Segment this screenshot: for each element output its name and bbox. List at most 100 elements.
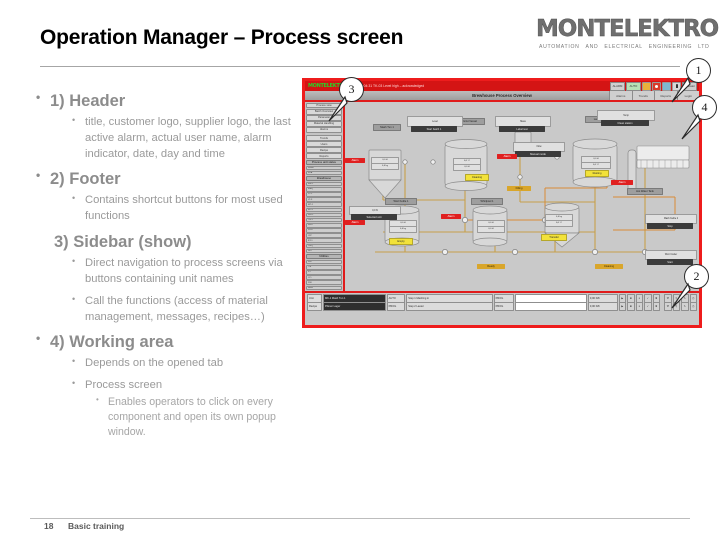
state-tag[interactable]: Empty: [389, 238, 413, 245]
state-tag[interactable]: Resting: [585, 170, 609, 177]
sidebar-item-reports[interactable]: Reports: [306, 153, 342, 159]
sidebar-item-alarms[interactable]: Alarms: [306, 127, 342, 133]
popup-button[interactable]: Clean station: [601, 120, 649, 126]
sidebar-unit-row[interactable]: CRQ: [306, 243, 342, 249]
sidebar-unit-row[interactable]: CIP: [306, 233, 342, 238]
value-readout: 0,0 hl: [453, 164, 481, 171]
sidebar-unit-row[interactable]: WRT: [306, 223, 342, 228]
alarm-button[interactable]: ALARM: [610, 81, 625, 91]
bullet-list: 1) Header title, customer logo, supplier…: [36, 89, 304, 440]
logo-tagline-2: AND: [585, 44, 599, 50]
tab-trends[interactable]: Trends: [631, 91, 654, 100]
unit-tag[interactable]: Whirlpool 1: [471, 198, 503, 205]
sidebar-unit-row[interactable]: SKT: [306, 248, 342, 254]
footer-prog-field[interactable]: [515, 302, 587, 311]
sidebar-utility-row[interactable]: ST: [306, 270, 342, 275]
unit-tag[interactable]: Mash Tun 1: [373, 124, 401, 131]
sidebar-status-row[interactable]: FKA: [306, 170, 342, 176]
power-icon[interactable]: [652, 81, 661, 91]
sidebar-section-utilities: Utilities: [306, 253, 342, 260]
bullet-footer-detail: Contains shortcut buttons for most used …: [36, 192, 304, 225]
footer-row-2: Recipe Pilsner Lager PROG Step 2 Lauter …: [307, 302, 698, 311]
scada-working-area[interactable]: Mash Tun 1 Grist Vessel Lauter Tun 1 Wor…: [345, 102, 699, 291]
bullet-sidebar: 3) Sidebar (show): [54, 233, 192, 252]
footer-stop-button[interactable]: ■: [627, 302, 635, 311]
sidebar-unit-row[interactable]: TB-1: [306, 217, 342, 223]
bullet-working-detail-1: Depends on the opened tab: [36, 355, 304, 372]
bullet-sidebar-detail-2: Call the functions (access of material m…: [36, 293, 304, 326]
sidebar-utility-row[interactable]: RMS: [306, 285, 342, 291]
footer-start-button[interactable]: ▶: [618, 302, 627, 311]
sidebar-utility-row[interactable]: SW: [306, 259, 342, 265]
footer-recipe-value[interactable]: Pilsner Lager: [322, 302, 386, 311]
sidebar-utility-row[interactable]: CO: [306, 275, 342, 280]
value-readout: 0,0 kg: [389, 226, 417, 233]
bullet-sidebar-detail-1: Direct navigation to process screens via…: [36, 255, 304, 288]
footer-prog-label: PROG: [493, 302, 515, 311]
bullet-working-detail-2: Process screen: [36, 377, 304, 394]
callout-2-tail: [671, 282, 691, 309]
unit-tag[interactable]: Wort Kettle 1: [385, 198, 417, 205]
value-readout: 0,0 hl: [477, 226, 505, 233]
sidebar-section-status: Process unit status: [306, 159, 342, 165]
state-tag[interactable]: Ready: [477, 264, 505, 269]
state-tag[interactable]: Transfer: [541, 234, 567, 241]
sidebar-unit-row[interactable]: MT-2: [306, 207, 342, 213]
bullet-header-detail: title, customer logo, supplier logo, the…: [36, 114, 304, 163]
popup-button[interactable]: Label test: [499, 126, 545, 132]
slide-number: 18: [44, 521, 54, 531]
sidebar-utility-row[interactable]: TM: [306, 265, 342, 270]
footer-recipe-label: Recipe: [307, 302, 322, 311]
popup-button[interactable]: Stop: [647, 223, 693, 229]
sidebar-item-trends[interactable]: Trends: [306, 135, 342, 141]
scada-alarm-ticker: 12:04:31 TK-03 Level high – acknowledged: [358, 84, 425, 88]
sidebar-unit-row[interactable]: BT-1: [306, 238, 342, 243]
popup-button[interactable]: Start batch 1: [411, 126, 457, 132]
alarm-tag[interactable]: Alarm: [497, 154, 517, 159]
sidebar-section-brewhouse: Brewhouse: [306, 175, 342, 182]
bullet-working-detail-3: Enables operators to click on every comp…: [36, 394, 304, 440]
tab-alarms[interactable]: Alarms: [609, 91, 632, 100]
sidebar-unit-row[interactable]: LT-2: [306, 192, 342, 197]
callout-3: 3: [328, 77, 364, 122]
sidebar-unit-row[interactable]: MK-1: [306, 181, 342, 187]
value-readout: 0,0 °C: [581, 162, 611, 169]
footer-cancel-button[interactable]: ✖: [652, 302, 661, 311]
sidebar-item-recipe[interactable]: Recipe: [306, 147, 342, 153]
title-divider: [40, 66, 680, 67]
sidebar-unit-row[interactable]: ZKG: [306, 228, 342, 233]
footer-confirm-button[interactable]: ✓: [644, 302, 652, 311]
sidebar-unit-row[interactable]: MBQ: [306, 187, 342, 192]
alarm-tag[interactable]: Alarm: [441, 214, 461, 219]
warning-icon[interactable]: [642, 81, 651, 91]
sidebar-status-row[interactable]: WMH: [306, 165, 342, 171]
callout-2: 2: [671, 264, 709, 309]
unit-tag[interactable]: Hot Water Tank: [627, 188, 663, 195]
state-tag[interactable]: Cleaning: [595, 264, 623, 269]
callout-3-tail: [328, 95, 348, 122]
page-title: Operation Manager – Process screen: [40, 26, 404, 49]
sidebar-utility-row[interactable]: DW: [306, 280, 342, 286]
sidebar-unit-row[interactable]: WK-1: [306, 212, 342, 218]
sidebar-unit-row[interactable]: LT-3: [306, 197, 342, 202]
logo-tagline: AUTOMATION AND ELECTRICAL ENGINEERING LTD: [536, 44, 709, 50]
sidebar-unit-row[interactable]: MT-1: [306, 202, 342, 207]
alarm-tag[interactable]: Alarm: [345, 158, 365, 163]
sidebar-item-users[interactable]: Users: [306, 141, 342, 147]
footer-rate-value: 0,00 hl/h: [587, 302, 618, 311]
footer-pause-button[interactable]: ⏸: [635, 302, 644, 311]
alarm-tag[interactable]: Alarm: [345, 220, 365, 225]
alarm-tag[interactable]: Alarm: [611, 180, 633, 185]
state-tag[interactable]: Cleaning: [465, 174, 489, 181]
scada-sidebar: Process view Batch Overview Parameter Ma…: [305, 102, 345, 291]
bullet-working-area: 4) Working area: [36, 330, 304, 354]
logo-tagline-5: LTD: [698, 44, 710, 50]
status-button[interactable]: AUTO: [626, 81, 641, 91]
logo-tagline-1: AUTOMATION: [539, 44, 580, 50]
footer-divider: [30, 518, 690, 519]
slide-root: Operation Manager – Process screen MONTE…: [0, 0, 720, 540]
popup-button[interactable]: Manual mode: [515, 151, 561, 157]
state-tag[interactable]: Filling: [507, 186, 531, 191]
footer-step-field[interactable]: Step 2 Lauter: [406, 302, 493, 311]
footer-mode-badge: PROG: [386, 302, 406, 311]
